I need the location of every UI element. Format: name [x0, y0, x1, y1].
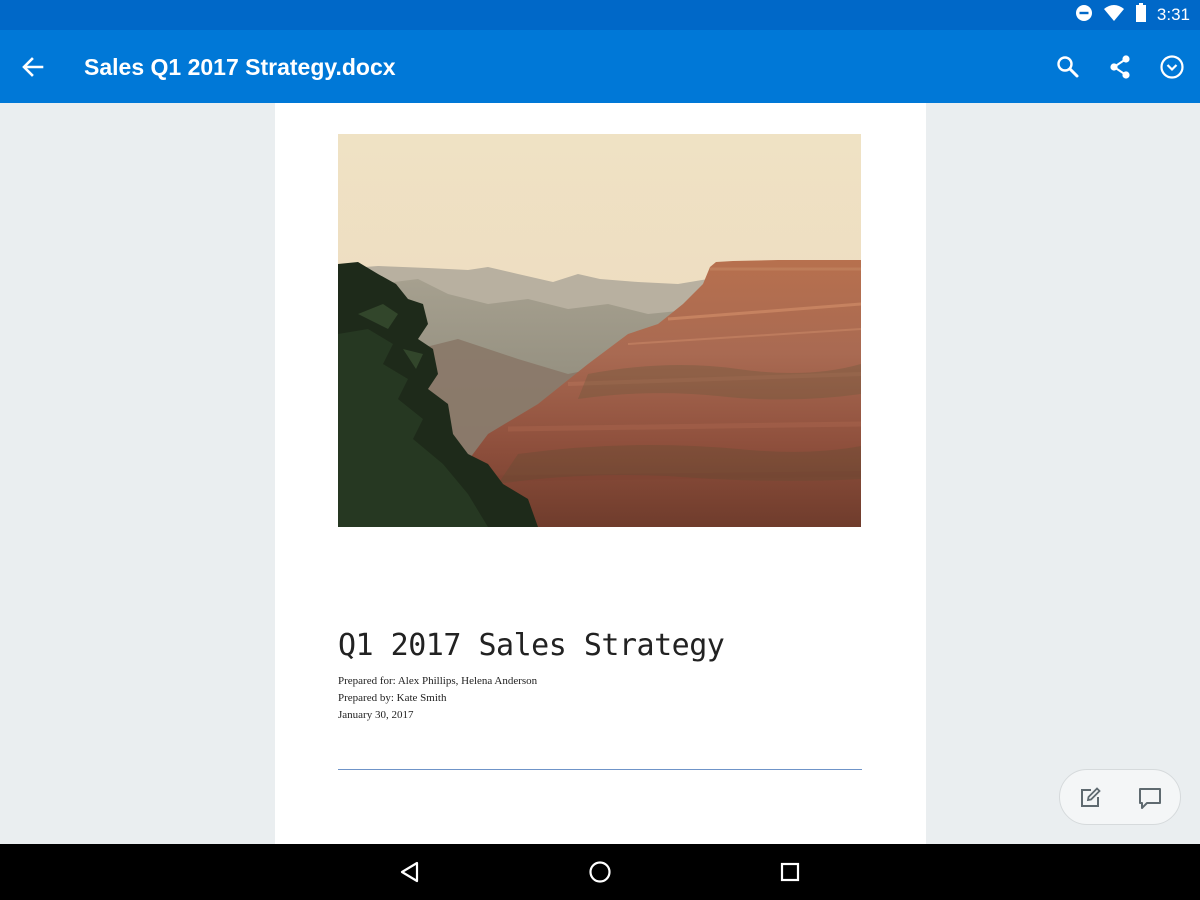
document-heading: Q1 2017 Sales Strategy	[338, 628, 725, 663]
floating-actions	[1059, 769, 1181, 825]
more-options-icon	[1160, 55, 1184, 79]
home-circle-icon	[589, 861, 611, 883]
edit-button[interactable]	[1074, 782, 1106, 814]
status-icons: 3:31	[1075, 0, 1190, 30]
nav-back-button[interactable]	[396, 858, 424, 886]
document-title: Sales Q1 2017 Strategy.docx	[84, 54, 396, 80]
share-icon	[1110, 55, 1130, 79]
nav-home-button[interactable]	[586, 858, 614, 886]
recents-square-icon	[780, 862, 800, 882]
comment-button[interactable]	[1134, 782, 1166, 814]
prepared-by-text: Prepared by: Kate Smith	[338, 692, 447, 704]
back-triangle-icon	[400, 861, 419, 883]
horizontal-rule	[338, 769, 862, 770]
back-button[interactable]	[18, 52, 48, 82]
do-not-disturb-icon	[1075, 4, 1093, 27]
document-page[interactable]: Q1 2017 Sales Strategy Prepared for: Ale…	[275, 103, 926, 844]
battery-icon	[1135, 2, 1147, 28]
arrow-back-icon	[22, 57, 44, 77]
search-button[interactable]	[1052, 51, 1084, 83]
document-date: January 30, 2017	[338, 709, 414, 721]
system-nav-bar	[0, 844, 1200, 900]
share-button[interactable]	[1104, 51, 1136, 83]
comment-icon	[1139, 788, 1161, 809]
prepared-for-text: Prepared for: Alex Phillips, Helena Ande…	[338, 675, 538, 687]
search-icon	[1057, 56, 1079, 78]
app-bar: Sales Q1 2017 Strategy.docx	[0, 30, 1200, 103]
canyon-cover-image	[338, 134, 861, 527]
edit-icon	[1081, 787, 1101, 807]
status-time: 3:31	[1156, 5, 1190, 24]
more-options-button[interactable]	[1156, 51, 1188, 83]
wifi-icon	[1103, 4, 1125, 27]
nav-recents-button[interactable]	[776, 858, 804, 886]
status-bar: 3:31	[0, 0, 1200, 30]
